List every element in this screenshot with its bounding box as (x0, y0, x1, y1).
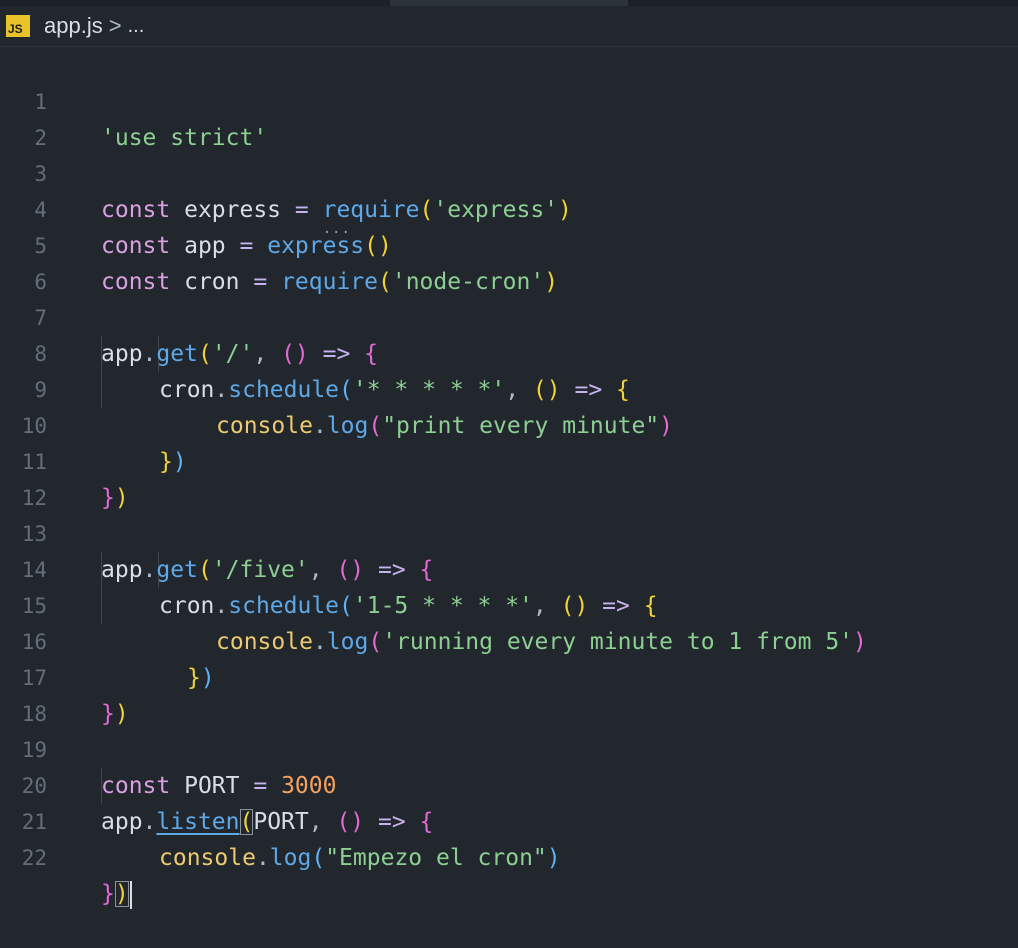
code-line[interactable]: 18 (0, 660, 1018, 726)
code-line[interactable]: 2 (0, 84, 1018, 150)
code-line[interactable]: 12 (0, 444, 1018, 510)
code-line[interactable]: 17 }) (0, 624, 1018, 727)
punctuation: } (101, 881, 115, 907)
line-number: 22 (21, 846, 47, 870)
code-editor[interactable]: 1 'use strict' 2 3 const express = requi… (0, 48, 1018, 909)
line-content: console.log("Empezo el cron") (159, 840, 561, 876)
code-line[interactable]: 19 const PORT = 3000 (0, 696, 1018, 799)
line-content: }) (101, 876, 132, 912)
code-line[interactable]: 15 console.log('running every minute to … (0, 552, 1018, 655)
code-line[interactable]: 20 app.listen(PORT, () => { (0, 732, 1018, 835)
code-line[interactable]: 9 console.log("print every minute") (0, 336, 1018, 439)
punctuation: ) (546, 845, 561, 871)
code-line[interactable]: 4 const app = express() (0, 156, 1018, 259)
code-line[interactable]: 11 }) (0, 408, 1018, 511)
breadcrumb: JS app.js > ... (0, 6, 1018, 47)
string-literal: "Empezo el cron" (325, 845, 547, 871)
code-line[interactable]: 13 app.get('/five', () => { (0, 480, 1018, 583)
code-line[interactable]: 3 const express = require('express') (0, 120, 1018, 223)
breadcrumb-file[interactable]: app.js (44, 13, 103, 39)
code-line[interactable]: 7 app.get('/', () => { (0, 264, 1018, 367)
code-line[interactable]: 21 console.log("Empezo el cron") (0, 768, 1018, 871)
text-cursor (129, 880, 132, 909)
punctuation: ( (311, 845, 326, 871)
code-line[interactable]: 14 cron.schedule('1-5 * * * *', () => { (0, 516, 1018, 619)
code-line[interactable]: 8 cron.schedule('* * * * *', () => { (0, 300, 1018, 403)
code-line[interactable]: 5 const cron = require('node-cron') (0, 192, 1018, 295)
breadcrumb-symbols[interactable]: ... (128, 15, 145, 38)
punctuation: ) (114, 881, 129, 907)
identifier: console (159, 845, 256, 871)
code-line[interactable]: 16 }) (0, 588, 1018, 691)
javascript-file-icon: JS (6, 15, 30, 37)
chevron-right-icon: > (108, 13, 122, 38)
code-line[interactable]: 6 (0, 228, 1018, 294)
punctuation: . (255, 845, 270, 871)
function-name: log (269, 845, 312, 871)
code-line[interactable]: 22 }) (0, 804, 1018, 909)
code-line[interactable]: 10 }) (0, 372, 1018, 475)
code-line[interactable]: 1 'use strict' (0, 48, 1018, 151)
